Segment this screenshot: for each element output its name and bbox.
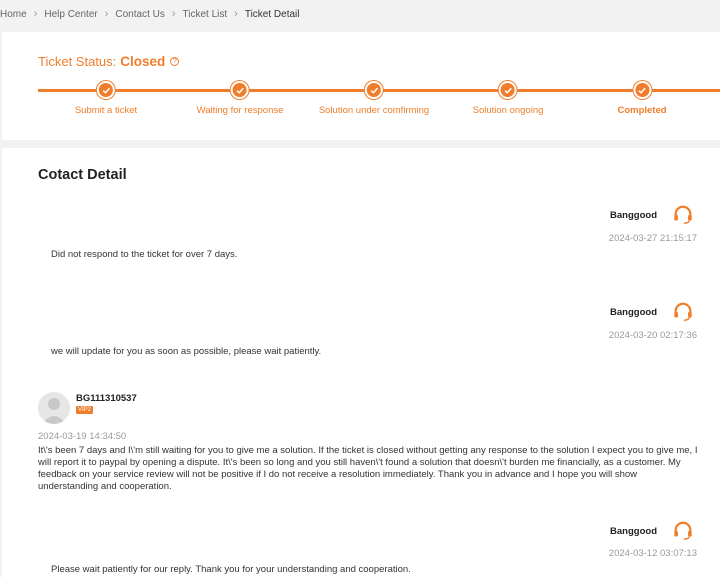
breadcrumb-ticket-list[interactable]: Ticket List bbox=[183, 9, 228, 20]
check-icon bbox=[633, 81, 651, 99]
message-text: It\'s been 7 days and I\'m still waiting… bbox=[38, 445, 698, 492]
breadcrumb-home[interactable]: Home bbox=[0, 9, 27, 20]
chevron-right-icon: › bbox=[234, 8, 238, 20]
breadcrumb-help-center[interactable]: Help Center bbox=[44, 9, 97, 20]
step-label: Completed bbox=[617, 105, 667, 116]
check-icon bbox=[231, 81, 249, 99]
message-time: 2024-03-19 14:34:50 bbox=[38, 431, 127, 442]
chevron-right-icon: › bbox=[33, 8, 38, 20]
headset-icon bbox=[674, 521, 692, 540]
step-solution-confirming: Solution under comfirming bbox=[319, 81, 429, 116]
message-time: 2024-03-20 02:17:36 bbox=[608, 330, 697, 341]
headset-icon bbox=[674, 302, 692, 321]
chevron-right-icon: › bbox=[104, 8, 109, 20]
message-text: Did not respond to the ticket for over 7… bbox=[51, 249, 238, 260]
contact-detail-title: Cotact Detail bbox=[38, 167, 127, 183]
headset-icon bbox=[674, 205, 692, 224]
breadcrumb-ticket-detail: Ticket Detail bbox=[244, 8, 300, 20]
ticket-status-label: Ticket Status: bbox=[38, 54, 117, 69]
chevron-right-icon: › bbox=[171, 8, 176, 20]
check-icon bbox=[498, 81, 517, 99]
message-time: 2024-03-27 21:15:17 bbox=[608, 233, 697, 244]
ticket-status-card: Ticket Status: Closed ? Submit a ticket … bbox=[2, 32, 720, 140]
step-label: Submit a ticket bbox=[74, 105, 138, 116]
check-icon bbox=[97, 81, 115, 99]
user-name: BG111310537 bbox=[76, 393, 137, 404]
breadcrumb: Home › Help Center › Contact Us › Ticket… bbox=[0, 0, 720, 28]
ticket-status-value: Closed bbox=[120, 54, 166, 69]
help-icon[interactable]: ? bbox=[170, 57, 180, 66]
vip-badge: VIP2 bbox=[76, 406, 94, 414]
avatar bbox=[38, 392, 70, 424]
agent-name: Banggood bbox=[610, 210, 657, 221]
agent-name: Banggood bbox=[610, 307, 657, 318]
breadcrumb-contact-us[interactable]: Contact Us bbox=[115, 9, 164, 20]
step-submit-ticket: Submit a ticket bbox=[75, 81, 137, 116]
step-label: Solution ongoing bbox=[472, 105, 544, 116]
step-waiting-response: Waiting for response bbox=[196, 81, 284, 116]
check-icon bbox=[364, 81, 383, 99]
user-icon bbox=[42, 398, 66, 424]
step-label: Solution under comfirming bbox=[318, 105, 430, 116]
step-completed: Completed bbox=[617, 81, 667, 116]
contact-detail-card: Cotact Detail Banggood 2024-03-27 21:15:… bbox=[2, 148, 720, 577]
ticket-status: Ticket Status: Closed ? bbox=[38, 54, 180, 69]
message-time: 2024-03-12 03:07:13 bbox=[608, 548, 697, 559]
message-text: Please wait patiently for our reply. Tha… bbox=[51, 564, 411, 575]
step-label: Waiting for response bbox=[196, 105, 284, 116]
message-text: we will update for you as soon as possib… bbox=[51, 346, 322, 357]
step-solution-ongoing: Solution ongoing bbox=[472, 81, 544, 116]
agent-name: Banggood bbox=[610, 526, 657, 537]
